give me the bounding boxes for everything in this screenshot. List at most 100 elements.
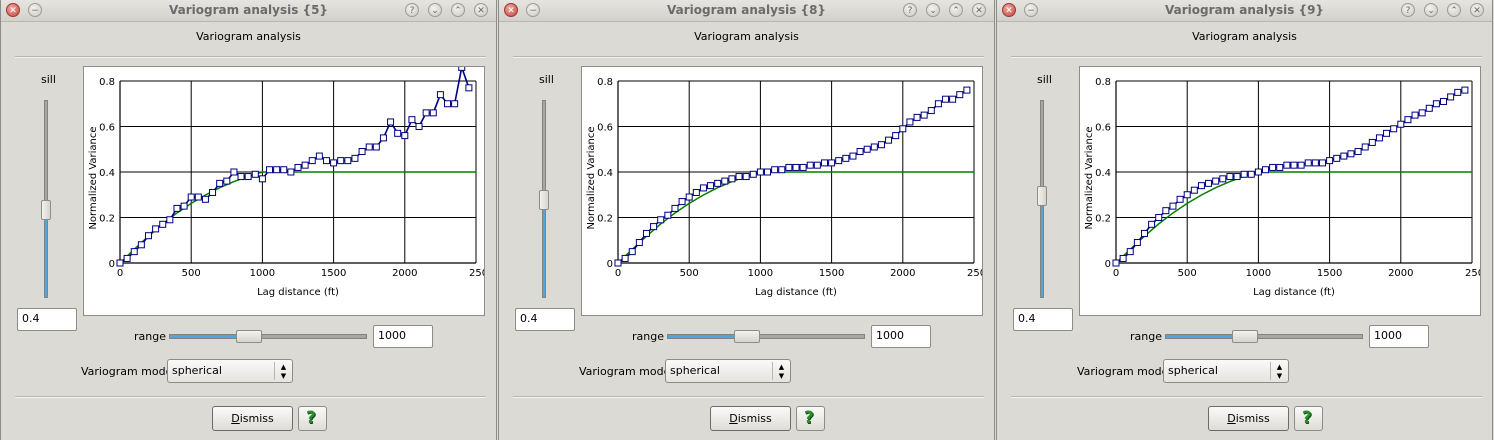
sill-slider-fill — [543, 198, 545, 297]
data-point-marker — [785, 163, 793, 171]
data-point-marker — [1354, 148, 1362, 156]
x-axis-label: Lag distance (ft) — [1253, 287, 1335, 298]
data-point-marker — [913, 113, 921, 121]
maximize-icon[interactable]: ⌃ — [451, 3, 465, 17]
x-tick-label: 1500 — [1317, 268, 1342, 279]
data-point-marker — [1304, 159, 1312, 167]
data-point-marker — [920, 111, 928, 119]
x-tick-label: 1000 — [250, 268, 275, 279]
variogram-model-select[interactable]: spherical ▲ ▼ — [665, 359, 791, 383]
variogram-model-select[interactable]: spherical ▲ ▼ — [167, 359, 293, 383]
help-button[interactable]: ? — [298, 406, 327, 431]
help-icon[interactable]: ? — [405, 3, 419, 17]
data-point-marker — [372, 143, 380, 151]
dismiss-button[interactable]: Dismiss — [212, 406, 293, 431]
help-icon[interactable]: ? — [1401, 3, 1415, 17]
close-icon[interactable]: ✕ — [1470, 3, 1484, 17]
data-point-marker — [429, 109, 437, 117]
data-point-marker — [152, 225, 160, 233]
minimize-icon[interactable]: ⌄ — [926, 3, 940, 17]
divider — [15, 56, 486, 58]
data-point-marker — [771, 166, 779, 174]
range-slider[interactable] — [1165, 330, 1363, 343]
y-axis-label: Normalized Variance — [586, 126, 597, 229]
data-point-marker — [671, 204, 679, 212]
title-bar[interactable]: ✕ − Variogram analysis {8} ? ⌄ ⌃ ✕ — [499, 0, 994, 22]
variogram-window: ✕ − Variogram analysis {9} ? ⌄ ⌃ ✕ Vario… — [996, 0, 1493, 440]
data-point-marker — [401, 132, 409, 140]
data-point-marker — [1461, 86, 1469, 94]
data-point-marker — [451, 100, 459, 108]
x-axis-label: Lag distance (ft) — [755, 287, 837, 298]
data-point-marker — [927, 107, 935, 115]
range-slider-handle[interactable] — [734, 330, 760, 343]
variogram-plot: 0 0.2 0.4 0.6 0.8 0 500 1000 1500 2000 250 Lag dist… — [83, 66, 485, 316]
data-point-marker — [756, 168, 764, 176]
title-bar[interactable]: ✕ − Variogram analysis {9} ? ⌄ ⌃ ✕ — [997, 0, 1492, 22]
minimize-icon[interactable]: ⌄ — [428, 3, 442, 17]
data-point-marker — [1112, 259, 1120, 267]
data-point-marker — [806, 161, 814, 169]
range-slider-handle[interactable] — [236, 330, 262, 343]
sill-slider[interactable] — [539, 100, 549, 298]
data-point-marker — [1297, 161, 1305, 169]
data-point-marker — [322, 157, 330, 165]
x-tick-label: 250 — [1465, 268, 1480, 279]
data-point-marker — [813, 161, 821, 169]
data-point-marker — [1368, 138, 1376, 146]
sill-input[interactable]: 0.4 — [1013, 308, 1073, 331]
data-point-marker — [956, 91, 964, 99]
maximize-icon[interactable]: ⌃ — [1447, 3, 1461, 17]
data-point-marker — [628, 248, 636, 256]
range-input[interactable]: 1000 — [373, 325, 433, 348]
minimize-icon[interactable]: ⌄ — [1424, 3, 1438, 17]
range-input[interactable]: 1000 — [871, 325, 931, 348]
variogram-chart: 0 0.2 0.4 0.6 0.8 0 500 1000 1500 2000 250 Lag dist… — [1084, 77, 1480, 298]
select-arrows-icon: ▲ ▼ — [274, 362, 292, 380]
sill-slider-fill — [45, 208, 47, 297]
data-point-marker — [856, 148, 864, 156]
data-point-marker — [1290, 161, 1298, 169]
sill-input[interactable]: 0.4 — [17, 308, 77, 331]
range-slider-handle[interactable] — [1232, 330, 1258, 343]
sill-slider-handle[interactable] — [1037, 186, 1047, 206]
data-point-marker — [330, 159, 338, 167]
sill-slider[interactable] — [1037, 100, 1047, 298]
help-button[interactable]: ? — [796, 406, 825, 431]
title-bar[interactable]: ✕ − Variogram analysis {5} ? ⌄ ⌃ ✕ — [1, 0, 496, 22]
data-point-marker — [130, 248, 138, 256]
data-point-marker — [1418, 109, 1426, 117]
range-input[interactable]: 1000 — [1369, 325, 1429, 348]
variogram-chart: 0 0.2 0.4 0.6 0.8 0 500 1000 1500 2000 250 Lag dist… — [88, 67, 484, 298]
help-button[interactable]: ? — [1294, 406, 1323, 431]
range-label: range — [1130, 330, 1162, 343]
dismiss-label: Dismiss — [729, 412, 772, 425]
sill-slider-handle[interactable] — [539, 190, 549, 210]
sill-input[interactable]: 0.4 — [515, 308, 575, 331]
data-point-marker — [258, 175, 266, 183]
data-point-marker — [735, 173, 743, 181]
data-point-marker — [1404, 116, 1412, 124]
maximize-icon[interactable]: ⌃ — [949, 3, 963, 17]
variogram-model-select[interactable]: spherical ▲ ▼ — [1163, 359, 1289, 383]
data-point-marker — [280, 166, 288, 174]
help-icon[interactable]: ? — [903, 3, 917, 17]
sill-slider[interactable] — [41, 100, 51, 298]
y-tick-label: 0.2 — [597, 214, 613, 225]
range-slider[interactable] — [169, 330, 367, 343]
y-tick-label: 0.8 — [99, 77, 115, 88]
window-title: Variogram analysis {8} — [667, 3, 826, 17]
close-icon[interactable]: ✕ — [474, 3, 488, 17]
data-point-marker — [885, 136, 893, 144]
y-tick-label: 0.4 — [597, 168, 613, 179]
data-point-marker — [194, 193, 202, 201]
sill-slider-handle[interactable] — [41, 200, 51, 220]
range-slider[interactable] — [667, 330, 865, 343]
variogram-model-label: Variogram model — [81, 365, 176, 378]
x-tick-label: 250 — [469, 268, 484, 279]
data-point-marker — [244, 173, 252, 181]
dismiss-button[interactable]: Dismiss — [710, 406, 791, 431]
window-title: Variogram analysis {9} — [1165, 3, 1324, 17]
close-icon[interactable]: ✕ — [972, 3, 986, 17]
dismiss-button[interactable]: Dismiss — [1208, 406, 1289, 431]
